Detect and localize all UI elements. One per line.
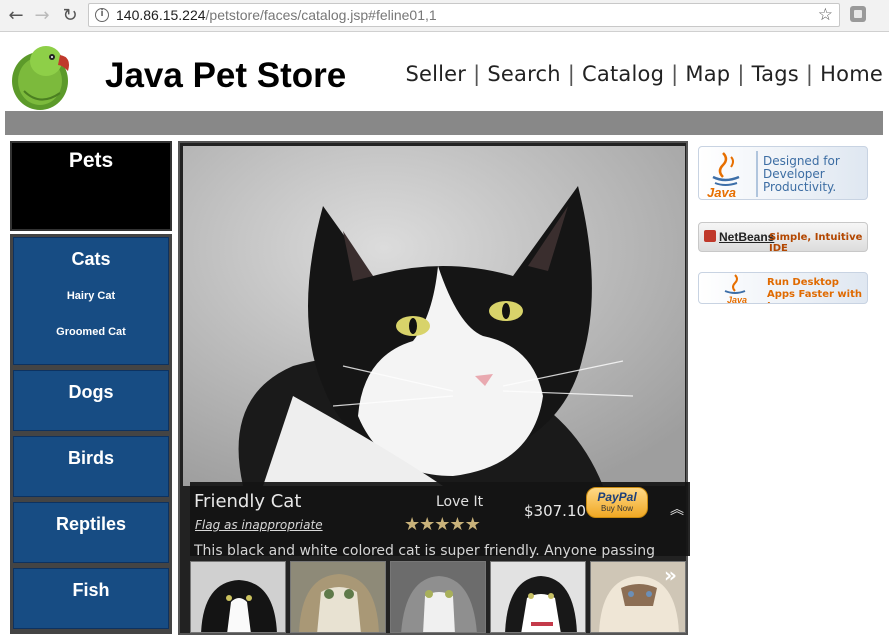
category-reptiles[interactable]: Reptiles [13, 502, 169, 563]
buy-now-label: Buy Now [600, 504, 633, 513]
thumbnail-4[interactable] [490, 561, 586, 633]
pet-name: Friendly Cat [194, 491, 302, 512]
nav-catalog[interactable]: Catalog [582, 62, 664, 86]
nav-separator: | [805, 62, 814, 86]
pets-heading: Pets [68, 149, 114, 172]
java-ad-text: Designed for Developer Productivity. [763, 154, 840, 194]
nav-separator: | [473, 62, 481, 86]
pets-heading-box: Pets [10, 141, 172, 231]
desktop-ad-text: Run Desktop Apps Faster with Java [767, 277, 862, 303]
star-icon[interactable]: ★ [449, 514, 465, 535]
thumbnail-3[interactable] [390, 561, 486, 633]
subcategory-hairy-cat[interactable]: Hairy Cat [14, 290, 168, 302]
category-fish[interactable]: Fish [13, 568, 169, 629]
browser-toolbar: ← → ↻ i 140.86.15.224/petstore/faces/cat… [0, 0, 889, 32]
forward-arrow-icon[interactable]: → [30, 4, 54, 26]
next-thumbnails-icon[interactable]: » [664, 563, 677, 587]
nav-separator: | [567, 62, 576, 86]
star-icon[interactable]: ★ [465, 514, 481, 535]
parrot-logo[interactable] [10, 41, 74, 111]
love-it-label: Love It [436, 494, 484, 510]
collapse-chevron-icon[interactable]: ︽ [670, 499, 684, 519]
nav-tags[interactable]: Tags [752, 62, 799, 86]
category-label[interactable]: Dogs [14, 371, 168, 403]
star-icon[interactable]: ★ [419, 514, 435, 535]
netbeans-ad-text: Simple, Intuitive IDE [769, 232, 863, 252]
pet-viewer: Friendly Cat Flag as inappropriate Love … [178, 141, 690, 635]
category-cats[interactable]: Cats Hairy Cat Groomed Cat [13, 237, 169, 365]
category-label[interactable]: Fish [14, 569, 168, 601]
paypal-label: PayPal [597, 490, 637, 504]
java-desktop-ad-banner[interactable]: Java Run Desktop Apps Faster with Java [698, 272, 868, 304]
nav-separator: | [671, 62, 679, 86]
nav-separator: | [737, 62, 745, 86]
bookmark-star-icon[interactable]: ☆ [818, 5, 833, 25]
header-divider-bar [5, 111, 883, 135]
nav-seller[interactable]: Seller [405, 62, 466, 86]
reload-icon[interactable]: ↻ [58, 4, 82, 26]
java-brand-small: Java [727, 295, 748, 304]
netbeans-brand: NetBeans [719, 230, 775, 244]
nav-home[interactable]: Home [820, 62, 883, 86]
thumbnail-strip [190, 559, 688, 633]
pet-description: This black and white colored cat is supe… [194, 543, 656, 559]
paypal-buy-now-button[interactable]: PayPal Buy Now [586, 487, 648, 518]
star-icon[interactable]: ★ [404, 514, 420, 535]
thumbnail-1[interactable] [190, 561, 286, 633]
category-label[interactable]: Cats [14, 238, 168, 270]
java-ad-banner[interactable]: Java Designed for Developer Productivity… [698, 146, 868, 200]
pet-price: $307.10 [524, 502, 587, 520]
info-icon[interactable]: i [95, 8, 109, 22]
main-pet-photo[interactable] [183, 146, 685, 486]
back-arrow-icon[interactable]: ← [4, 4, 28, 26]
thumbnail-2[interactable] [290, 561, 386, 633]
address-bar[interactable]: i 140.86.15.224/petstore/faces/catalog.j… [88, 3, 840, 27]
subcategory-groomed-cat[interactable]: Groomed Cat [14, 326, 168, 338]
netbeans-cube-icon [704, 230, 716, 242]
netbeans-ad-banner[interactable]: NetBeans Simple, Intuitive IDE [698, 222, 868, 252]
java-brand: Java [707, 185, 736, 200]
category-label[interactable]: Birds [14, 437, 168, 469]
extension-icon[interactable] [850, 6, 866, 22]
category-list: Cats Hairy Cat Groomed Cat Dogs Birds Re… [10, 234, 172, 634]
category-label[interactable]: Reptiles [14, 503, 168, 535]
rating-stars[interactable]: ★★★★★ [404, 514, 481, 535]
url-text[interactable]: 140.86.15.224/petstore/faces/catalog.jsp… [116, 7, 437, 23]
nav-search[interactable]: Search [487, 62, 560, 86]
nav-map[interactable]: Map [685, 62, 730, 86]
flag-inappropriate-link[interactable]: Flag as inappropriate [195, 518, 323, 532]
site-title: Java Pet Store [105, 56, 347, 95]
category-dogs[interactable]: Dogs [13, 370, 169, 431]
category-birds[interactable]: Birds [13, 436, 169, 497]
top-navigation: Seller | Search | Catalog | Map | Tags | Home [405, 62, 883, 86]
star-icon[interactable]: ★ [434, 514, 450, 535]
